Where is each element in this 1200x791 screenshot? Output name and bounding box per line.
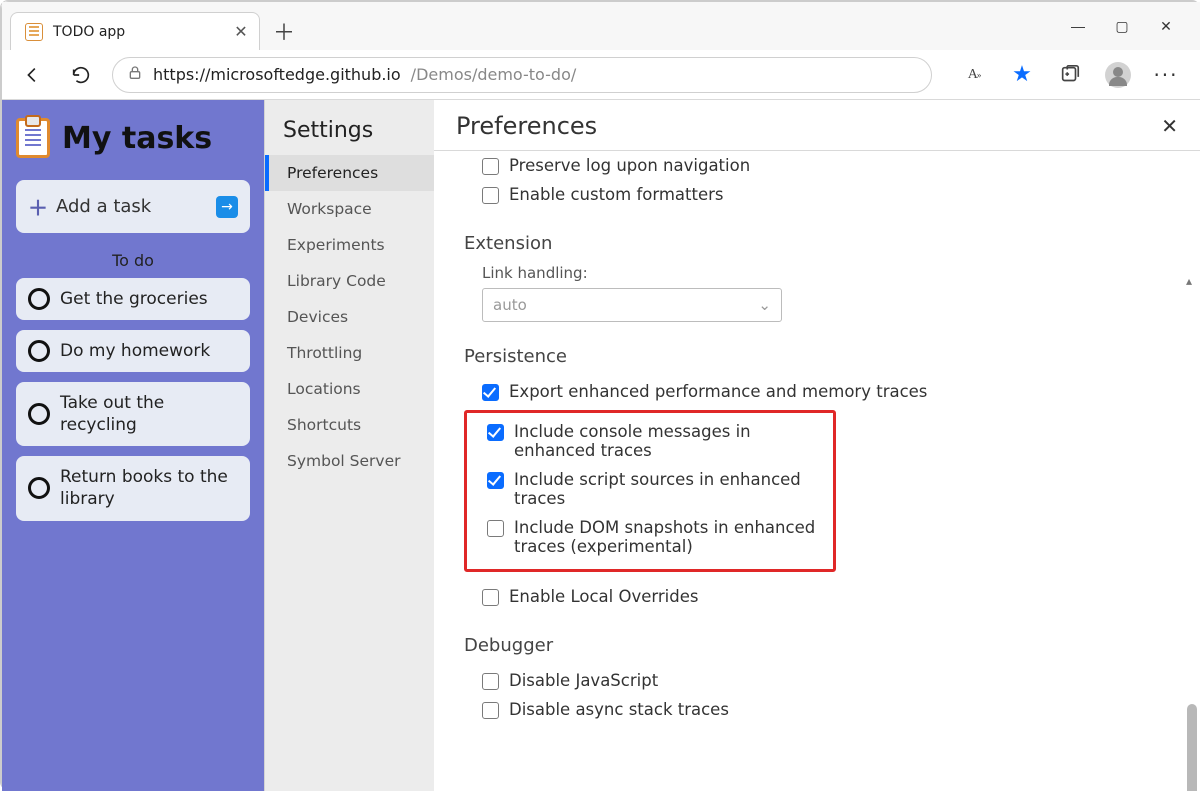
minimize-button[interactable]: — bbox=[1070, 18, 1086, 35]
checkbox-label: Enable custom formatters bbox=[509, 185, 724, 204]
checkbox-label: Include script sources in enhanced trace… bbox=[514, 470, 827, 508]
task-label: Return books to the library bbox=[60, 466, 238, 510]
radio-icon bbox=[28, 288, 50, 310]
checkbox-icon bbox=[482, 673, 499, 690]
avatar-icon bbox=[1105, 62, 1131, 88]
browser-tab[interactable]: TODO app ✕ bbox=[10, 12, 260, 50]
checkbox-include-scripts[interactable]: Include script sources in enhanced trace… bbox=[479, 465, 827, 513]
chevron-down-icon: ⌄ bbox=[758, 296, 771, 314]
settings-item-experiments[interactable]: Experiments bbox=[265, 227, 434, 263]
checkbox-local-overrides[interactable]: Enable Local Overrides bbox=[474, 582, 1182, 611]
settings-item-symbol-server[interactable]: Symbol Server bbox=[265, 443, 434, 479]
submit-task-button[interactable]: → bbox=[216, 196, 238, 218]
browser-address-bar: https://microsoftedge.github.io/Demos/de… bbox=[2, 50, 1200, 100]
preferences-title: Preferences bbox=[456, 112, 597, 140]
checkbox-icon bbox=[482, 187, 499, 204]
settings-item-throttling[interactable]: Throttling bbox=[265, 335, 434, 371]
checkbox-label: Preserve log upon navigation bbox=[509, 156, 750, 175]
checkbox-label: Disable async stack traces bbox=[509, 700, 729, 719]
checkbox-include-dom[interactable]: Include DOM snapshots in enhanced traces… bbox=[479, 513, 827, 561]
link-handling-label: Link handling: bbox=[482, 264, 1182, 282]
persistence-heading: Persistence bbox=[464, 346, 1182, 367]
checkbox-icon bbox=[482, 702, 499, 719]
settings-heading: Settings bbox=[265, 114, 434, 155]
url-path: /Demos/demo-to-do/ bbox=[411, 65, 577, 84]
devtools-settings-sidebar: Settings PreferencesWorkspaceExperiments… bbox=[264, 100, 434, 791]
checkbox-label: Include DOM snapshots in enhanced traces… bbox=[514, 518, 824, 556]
settings-item-devices[interactable]: Devices bbox=[265, 299, 434, 335]
checkbox-preserve-log[interactable]: Preserve log upon navigation bbox=[474, 151, 1182, 180]
browser-titlebar: TODO app ✕ ＋ — ▢ ✕ bbox=[2, 2, 1200, 50]
checkbox-icon bbox=[487, 472, 504, 489]
checkbox-label: Enable Local Overrides bbox=[509, 587, 698, 606]
task-item[interactable]: Do my homework bbox=[16, 330, 250, 372]
add-task-placeholder: Add a task bbox=[56, 196, 151, 217]
select-value: auto bbox=[493, 296, 527, 314]
checkbox-disable-js[interactable]: Disable JavaScript bbox=[474, 666, 1182, 695]
checkbox-icon bbox=[482, 158, 499, 175]
app-title: My tasks bbox=[62, 121, 212, 156]
checkbox-icon bbox=[487, 520, 504, 537]
profile-button[interactable] bbox=[1104, 61, 1132, 89]
annotation-highlight: Include console messages in enhanced tra… bbox=[464, 410, 836, 572]
scrollbar[interactable] bbox=[1186, 274, 1198, 791]
lock-icon bbox=[127, 65, 143, 85]
checkbox-icon bbox=[482, 384, 499, 401]
task-item[interactable]: Return books to the library bbox=[16, 456, 250, 520]
tab-favicon-icon bbox=[25, 23, 43, 41]
radio-icon bbox=[28, 340, 50, 362]
collections-button[interactable] bbox=[1056, 61, 1084, 89]
link-handling-select[interactable]: auto ⌄ bbox=[482, 288, 782, 322]
back-button[interactable] bbox=[16, 58, 50, 92]
checkbox-custom-formatters[interactable]: Enable custom formatters bbox=[474, 180, 1182, 209]
add-task-input[interactable]: ＋ Add a task → bbox=[16, 180, 250, 233]
task-label: Take out the recycling bbox=[60, 392, 238, 436]
settings-item-workspace[interactable]: Workspace bbox=[265, 191, 434, 227]
url-host: https://microsoftedge.github.io bbox=[153, 65, 401, 84]
todo-section-heading: To do bbox=[16, 251, 250, 270]
task-label: Do my homework bbox=[60, 340, 210, 362]
clipboard-icon bbox=[16, 118, 50, 158]
extension-heading: Extension bbox=[464, 233, 1182, 254]
preferences-pane: Preferences ✕ Preserve log upon navigati… bbox=[434, 100, 1200, 791]
checkbox-label: Include console messages in enhanced tra… bbox=[514, 422, 827, 460]
window-controls: — ▢ ✕ bbox=[1070, 18, 1192, 35]
settings-item-preferences[interactable]: Preferences bbox=[265, 155, 434, 191]
checkbox-disable-async[interactable]: Disable async stack traces bbox=[474, 695, 1182, 724]
refresh-button[interactable] bbox=[64, 58, 98, 92]
todo-app: My tasks ＋ Add a task → To do Get the gr… bbox=[2, 100, 264, 791]
checkbox-include-console[interactable]: Include console messages in enhanced tra… bbox=[479, 417, 827, 465]
settings-item-library-code[interactable]: Library Code bbox=[265, 263, 434, 299]
maximize-button[interactable]: ▢ bbox=[1114, 18, 1130, 35]
app-menu-button[interactable]: ··· bbox=[1152, 61, 1180, 89]
settings-item-locations[interactable]: Locations bbox=[265, 371, 434, 407]
favorite-button[interactable]: ★ bbox=[1008, 61, 1036, 89]
task-label: Get the groceries bbox=[60, 288, 208, 310]
new-tab-button[interactable]: ＋ bbox=[268, 15, 300, 47]
plus-icon: ＋ bbox=[28, 192, 48, 221]
tab-close-icon[interactable]: ✕ bbox=[233, 22, 249, 41]
settings-item-shortcuts[interactable]: Shortcuts bbox=[265, 407, 434, 443]
checkbox-export-traces[interactable]: Export enhanced performance and memory t… bbox=[474, 377, 1182, 406]
close-window-button[interactable]: ✕ bbox=[1158, 18, 1174, 35]
radio-icon bbox=[28, 477, 50, 499]
checkbox-label: Disable JavaScript bbox=[509, 671, 658, 690]
task-item[interactable]: Get the groceries bbox=[16, 278, 250, 320]
url-input[interactable]: https://microsoftedge.github.io/Demos/de… bbox=[112, 57, 932, 93]
task-item[interactable]: Take out the recycling bbox=[16, 382, 250, 446]
read-aloud-button[interactable]: A» bbox=[960, 61, 988, 89]
close-settings-button[interactable]: ✕ bbox=[1161, 114, 1178, 138]
checkbox-icon bbox=[482, 589, 499, 606]
scrollbar-thumb[interactable] bbox=[1187, 704, 1197, 791]
checkbox-icon bbox=[487, 424, 504, 441]
debugger-heading: Debugger bbox=[464, 635, 1182, 656]
tab-title: TODO app bbox=[53, 24, 223, 40]
checkbox-label: Export enhanced performance and memory t… bbox=[509, 382, 927, 401]
radio-icon bbox=[28, 403, 50, 425]
